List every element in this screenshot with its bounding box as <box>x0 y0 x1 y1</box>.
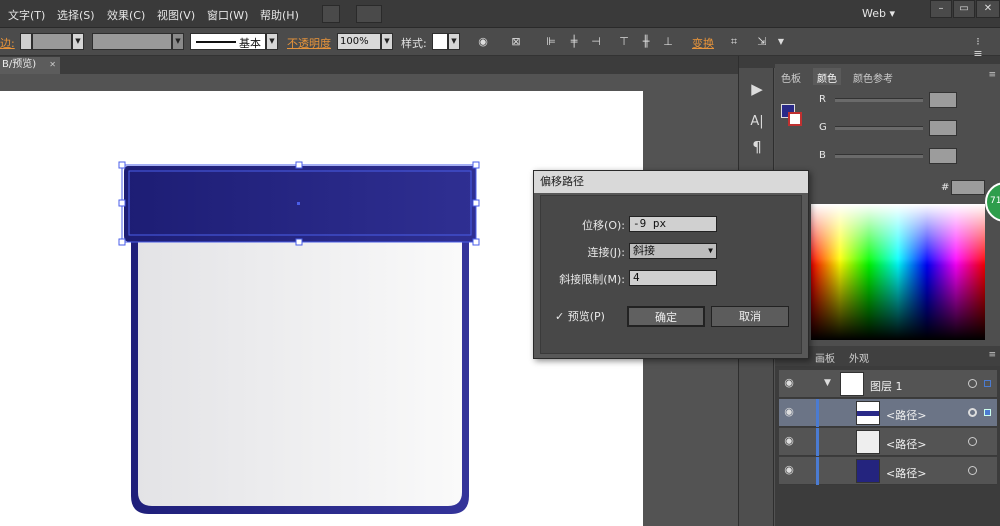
color-spectrum[interactable] <box>811 204 985 340</box>
selection-handle[interactable] <box>118 238 126 246</box>
cancel-button[interactable]: 取消 <box>711 306 789 327</box>
join-select[interactable]: 斜接 ▼ <box>629 243 717 259</box>
type-icon[interactable]: A| <box>739 114 775 129</box>
layer-row[interactable]: ◉ ▼ 图层 1 <box>779 370 997 398</box>
target-circle-icon[interactable] <box>968 437 977 446</box>
channel-b-input[interactable] <box>929 148 957 164</box>
tab-color-guide[interactable]: 颜色参考 <box>849 68 897 85</box>
chevron-down-icon: ▾ <box>889 7 896 20</box>
close-window-button[interactable]: ✕ <box>976 0 1000 18</box>
hex-input[interactable] <box>951 180 985 195</box>
miter-limit-label: 斜接限制(M): <box>559 273 625 286</box>
layer-color-bar <box>816 399 819 427</box>
stroke-swatch[interactable] <box>788 112 802 126</box>
layer-color-bar <box>816 428 819 456</box>
path-name[interactable]: <路径> <box>886 465 926 481</box>
channel-r-input[interactable] <box>929 92 957 108</box>
path-name[interactable]: <路径> <box>886 407 926 423</box>
selection-handle[interactable] <box>472 238 480 246</box>
visibility-eye-icon[interactable]: ◉ <box>782 405 796 419</box>
path-row[interactable]: ◉ <路径> <box>779 399 997 427</box>
workspace-switcher[interactable]: Web ▾ <box>862 7 895 20</box>
join-label: 连接(J): <box>587 246 625 259</box>
tab-artboards[interactable]: 画板 <box>811 348 839 365</box>
checkmark-icon: ✓ <box>555 310 565 323</box>
ok-button[interactable]: 确定 <box>627 306 705 327</box>
miter-limit-input[interactable]: 4 <box>629 270 717 286</box>
layer-thumbnail <box>840 372 864 396</box>
visibility-eye-icon[interactable]: ◉ <box>782 434 796 448</box>
container-body[interactable] <box>138 236 462 506</box>
panel-menu-icon[interactable]: ≡ <box>988 70 996 80</box>
paragraph-icon[interactable]: ¶ <box>739 138 775 156</box>
dialog-title[interactable]: 偏移路径 <box>534 171 808 193</box>
offset-path-dialog: 偏移路径 位移(O): -9 px 连接(J): 斜接 ▼ 斜接限制(M): 4… <box>533 170 809 359</box>
channel-g-slider[interactable] <box>835 126 923 130</box>
selection-handle[interactable] <box>295 161 303 169</box>
selection-handle[interactable] <box>472 199 480 207</box>
path-thumbnail <box>856 459 880 483</box>
tab-color[interactable]: 颜色 <box>813 68 841 85</box>
path-preview-shape <box>857 411 879 416</box>
maximize-button[interactable]: ▭ <box>953 0 975 18</box>
preview-checkbox[interactable]: ✓ 预览(P) <box>555 308 605 324</box>
workspace-label: Web <box>862 7 886 20</box>
path-thumbnail <box>856 401 880 425</box>
path-thumbnail <box>856 430 880 454</box>
chevron-down-icon[interactable]: ▼ <box>775 36 787 48</box>
play-icon[interactable]: ▶ <box>739 80 775 98</box>
channel-b-label: B <box>819 150 826 161</box>
layer-name[interactable]: 图层 1 <box>870 378 903 394</box>
channel-g-input[interactable] <box>929 120 957 136</box>
tab-appearance[interactable]: 外观 <box>845 348 873 365</box>
dialog-body: 位移(O): -9 px 连接(J): 斜接 ▼ 斜接限制(M): 4 ✓ 预览… <box>540 195 802 354</box>
channel-g-label: G <box>819 122 827 133</box>
arrange-icon[interactable]: ⇲ <box>756 36 768 48</box>
channel-r-label: R <box>819 94 826 105</box>
selection-handle[interactable] <box>295 238 303 246</box>
tools-header <box>739 56 775 68</box>
selection-square-icon[interactable] <box>984 409 991 416</box>
center-point <box>297 202 300 205</box>
selection-handle[interactable] <box>118 161 126 169</box>
expand-triangle-icon[interactable]: ▼ <box>824 378 831 388</box>
tab-swatches[interactable]: 色板 <box>777 68 805 85</box>
panel-menu-icon[interactable]: ≡ <box>988 350 996 360</box>
minimize-button[interactable]: – <box>930 0 952 18</box>
offset-input[interactable]: -9 px <box>629 216 717 232</box>
target-circle-icon[interactable] <box>968 379 977 388</box>
visibility-eye-icon[interactable]: ◉ <box>782 376 796 390</box>
target-circle-icon[interactable] <box>968 408 977 417</box>
path-name[interactable]: <路径> <box>886 436 926 452</box>
target-circle-icon[interactable] <box>968 466 977 475</box>
selection-handle[interactable] <box>118 199 126 207</box>
visibility-eye-icon[interactable]: ◉ <box>782 463 796 477</box>
path-row[interactable]: ◉ <路径> <box>779 457 997 485</box>
hex-label: # <box>941 182 950 193</box>
layer-color-bar <box>816 457 819 485</box>
offset-label: 位移(O): <box>582 219 625 232</box>
preview-label: 预览(P) <box>567 310 605 323</box>
notification-badge[interactable]: 71 <box>985 182 1000 222</box>
panel-menu-icon[interactable]: ⁝≡ <box>972 36 984 60</box>
selection-handle[interactable] <box>472 161 480 169</box>
chevron-down-icon: ▼ <box>708 246 713 255</box>
layers-panel: 画板 外观 ≡ ◉ ▼ 图层 1 ◉ <路径> ◉ <路径> ◉ <路径> <box>775 346 1000 526</box>
path-row[interactable]: ◉ <路径> <box>779 428 997 456</box>
selection-square-icon[interactable] <box>984 380 991 387</box>
join-value: 斜接 <box>633 244 655 257</box>
panel-header <box>775 56 1000 64</box>
channel-r-slider[interactable] <box>835 98 923 102</box>
channel-b-slider[interactable] <box>835 154 923 158</box>
